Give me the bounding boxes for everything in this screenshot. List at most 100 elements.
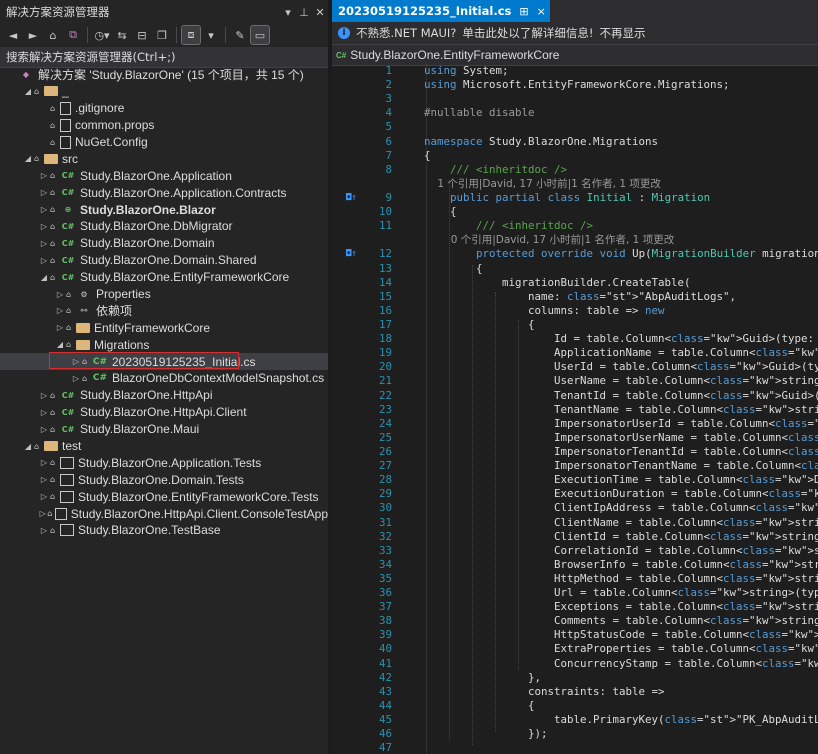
codelens-line[interactable]: 0 个引用|David, 17 小时前|1 名作者, 1 项更改: [332, 233, 818, 247]
dropdown-icon[interactable]: ▾: [280, 6, 296, 19]
collapsed-arrow-icon[interactable]: ▷: [54, 323, 66, 332]
code-line[interactable]: 43 constraints: table =>: [332, 685, 818, 699]
tree-item[interactable]: ⌂ NuGet.Config: [0, 134, 328, 151]
tree-item[interactable]: ▷ ⌂ ⊕ Study.BlazorOne.Blazor: [0, 201, 328, 218]
tree-item[interactable]: ⌂ common.props: [0, 117, 328, 134]
code-line[interactable]: 39 HttpStatusCode = table.Column<class="…: [332, 628, 818, 642]
expanded-arrow-icon[interactable]: ◢: [22, 154, 34, 163]
code-line[interactable]: 29 ExecutionDuration = table.Column<clas…: [332, 487, 818, 501]
filter-dropdown-icon[interactable]: ▾: [202, 26, 220, 44]
expanded-arrow-icon[interactable]: ◢: [22, 87, 34, 96]
code-line[interactable]: 38 Comments = table.Column<class="kw">st…: [332, 614, 818, 628]
namespace-dropdown[interactable]: Study.BlazorOne.EntityFrameworkCore: [350, 48, 559, 62]
collapsed-arrow-icon[interactable]: ▷: [38, 239, 50, 248]
tree-item[interactable]: ▷ ⌂ C# BlazorOneDbContextModelSnapshot.cs: [0, 370, 328, 387]
code-line[interactable]: 33 CorrelationId = table.Column<class="k…: [332, 544, 818, 558]
code-line[interactable]: 13 {: [332, 262, 818, 276]
tree-item[interactable]: ▷ ⌂ C# 20230519125235_Initial.cs: [0, 352, 328, 371]
close-icon[interactable]: ✕: [312, 6, 328, 19]
tab-pin-icon[interactable]: ⊞: [519, 5, 528, 18]
filter-icon[interactable]: ⧈: [181, 25, 201, 45]
tree-item[interactable]: ▷ ⌂ ⚙ Properties: [0, 286, 328, 303]
code-line[interactable]: 30 ClientIpAddress = table.Column<class=…: [332, 501, 818, 515]
tree-item[interactable]: ▷ ⌂ C# Study.BlazorOne.DbMigrator: [0, 218, 328, 235]
expanded-arrow-icon[interactable]: ◢: [22, 442, 34, 451]
tree-item[interactable]: ▷ ⌂ C# Study.BlazorOne.HttpApi: [0, 387, 328, 404]
code-line[interactable]: 14 migrationBuilder.CreateTable(: [332, 276, 818, 290]
code-line[interactable]: 42 },: [332, 671, 818, 685]
code-line[interactable]: 4 #nullable disable: [332, 106, 818, 120]
tree-item[interactable]: ▷ ⌂ ⚯ 依赖项: [0, 302, 328, 319]
code-line[interactable]: 26 ImpersonatorTenantId = table.Column<c…: [332, 445, 818, 459]
tree-item[interactable]: ◢ ⌂ Migrations: [0, 336, 328, 353]
collapsed-arrow-icon[interactable]: ▷: [38, 509, 47, 518]
namespace-navigation-bar[interactable]: C# Study.BlazorOne.EntityFrameworkCore: [332, 45, 818, 66]
collapsed-arrow-icon[interactable]: ▷: [38, 256, 50, 265]
tree-item[interactable]: ◢ ⌂ _: [0, 83, 328, 100]
codelens-text[interactable]: 0 个引用|David, 17 小时前|1 名作者, 1 项更改: [424, 233, 675, 247]
tree-item[interactable]: ▷ ⌂ Study.BlazorOne.HttpApi.Client.Console…: [0, 505, 328, 522]
code-line[interactable]: 45 table.PrimaryKey(class="st">"PK_AbpAu…: [332, 713, 818, 727]
code-line[interactable]: 16 columns: table => new: [332, 304, 818, 318]
sync-icon[interactable]: ⇆: [113, 26, 131, 44]
code-line[interactable]: 47: [332, 741, 818, 754]
code-line[interactable]: 5: [332, 120, 818, 134]
collapsed-arrow-icon[interactable]: ▷: [38, 492, 50, 501]
code-line[interactable]: 34 BrowserInfo = table.Column<class="kw"…: [332, 558, 818, 572]
code-line[interactable]: 18 Id = table.Column<class="kw">Guid>(ty…: [332, 332, 818, 346]
collapsed-arrow-icon[interactable]: ▷: [38, 458, 50, 467]
home-icon[interactable]: ⌂: [44, 26, 62, 44]
code-line[interactable]: 41 ConcurrencyStamp = table.Column<class…: [332, 657, 818, 671]
collapsed-arrow-icon[interactable]: ▷: [38, 475, 50, 484]
history-icon[interactable]: ◷▾: [93, 26, 111, 44]
collapsed-arrow-icon[interactable]: ▷: [38, 188, 50, 197]
codelens-line[interactable]: 1 个引用|David, 17 小时前|1 名作者, 1 项更改: [332, 177, 818, 191]
tree-item[interactable]: ▷ ⌂ Study.BlazorOne.EntityFrameworkCore.Te…: [0, 488, 328, 505]
properties-icon[interactable]: ✎: [231, 26, 249, 44]
code-line[interactable]: ◘↑ 12 protected override void Up(Migratio…: [332, 247, 818, 261]
tree-item[interactable]: ▷ ⌂ Study.BlazorOne.TestBase: [0, 522, 328, 539]
info-dismiss-link[interactable]: 不再显示: [600, 25, 646, 41]
show-all-files-icon[interactable]: ❐: [153, 26, 171, 44]
tree-item[interactable]: ◢ ⌂ test: [0, 438, 328, 455]
expanded-arrow-icon[interactable]: ◢: [38, 273, 50, 282]
code-line[interactable]: 17 {: [332, 318, 818, 332]
code-line[interactable]: 19 ApplicationName = table.Column<class=…: [332, 346, 818, 360]
collapse-all-icon[interactable]: ⊟: [133, 26, 151, 44]
code-line[interactable]: 6 namespace Study.BlazorOne.Migrations: [332, 135, 818, 149]
code-line[interactable]: 35 HttpMethod = table.Column<class="kw">…: [332, 572, 818, 586]
tree-item[interactable]: ▷ ⌂ C# Study.BlazorOne.Domain.Shared: [0, 252, 328, 269]
collapsed-arrow-icon[interactable]: ▷: [38, 205, 50, 214]
code-line[interactable]: 32 ClientId = table.Column<class="kw">st…: [332, 530, 818, 544]
collapsed-arrow-icon[interactable]: ▷: [38, 171, 50, 180]
info-learn-more-link[interactable]: 单击此处以了解详细信息!: [462, 25, 593, 41]
code-line[interactable]: 27 ImpersonatorTenantName = table.Column…: [332, 459, 818, 473]
tree-item[interactable]: ▷ ⌂ C# Study.BlazorOne.HttpApi.Client: [0, 404, 328, 421]
code-line[interactable]: 11 /// <inheritdoc />: [332, 219, 818, 233]
tree-item[interactable]: ▷ ⌂ C# Study.BlazorOne.Maui: [0, 421, 328, 438]
tree-item[interactable]: ◆ 解决方案 'Study.BlazorOne' (15 个项目，共 15 个): [0, 66, 328, 83]
tree-item[interactable]: ▷ ⌂ C# Study.BlazorOne.Application.Contract…: [0, 184, 328, 201]
code-line[interactable]: 3: [332, 92, 818, 106]
code-line[interactable]: 31 ClientName = table.Column<class="kw">…: [332, 516, 818, 530]
collapsed-arrow-icon[interactable]: ▷: [38, 526, 50, 535]
code-line[interactable]: 15 name: class="st">"AbpAuditLogs",: [332, 290, 818, 304]
collapsed-arrow-icon[interactable]: ▷: [38, 425, 50, 434]
collapsed-arrow-icon[interactable]: ▷: [38, 222, 50, 231]
code-line[interactable]: 20 UserId = table.Column<class="kw">Guid…: [332, 360, 818, 374]
code-line[interactable]: 44 {: [332, 699, 818, 713]
tree-item[interactable]: ▷ ⌂ EntityFrameworkCore: [0, 319, 328, 336]
collapsed-arrow-icon[interactable]: ▷: [38, 408, 50, 417]
collapsed-arrow-icon[interactable]: ▷: [54, 290, 66, 299]
collapsed-arrow-icon[interactable]: ▷: [38, 391, 50, 400]
tree-item[interactable]: ◢ ⌂ src: [0, 150, 328, 167]
back-icon[interactable]: ◄: [4, 26, 22, 44]
collapsed-arrow-icon[interactable]: ▷: [54, 306, 66, 315]
tree-item[interactable]: ⌂ .gitignore: [0, 100, 328, 117]
code-line[interactable]: 36 Url = table.Column<class="kw">string>…: [332, 586, 818, 600]
collapsed-arrow-icon[interactable]: ▷: [70, 374, 82, 383]
pin-icon[interactable]: ⊥: [296, 6, 312, 19]
code-line[interactable]: 37 Exceptions = table.Column<class="kw">…: [332, 600, 818, 614]
tree-item[interactable]: ◢ ⌂ C# Study.BlazorOne.EntityFrameworkCore: [0, 269, 328, 286]
code-line[interactable]: 40 ExtraProperties = table.Column<class=…: [332, 642, 818, 656]
